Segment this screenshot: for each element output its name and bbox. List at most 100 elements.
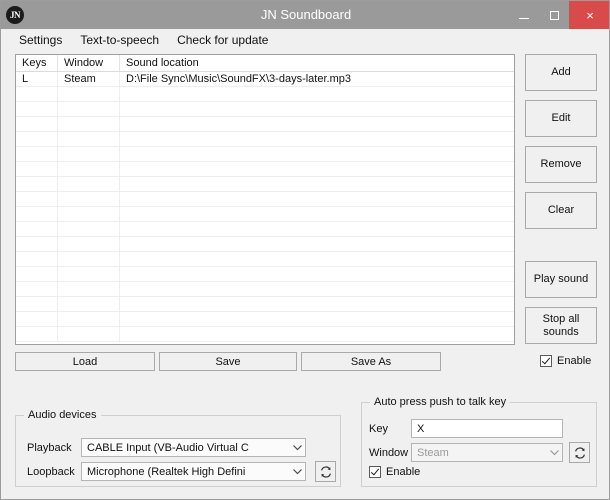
playback-device-select[interactable]: CABLE Input (VB-Audio Virtual C [81, 438, 306, 457]
refresh-icon [574, 446, 585, 459]
cell-empty [120, 132, 514, 146]
cell-empty [58, 132, 120, 146]
window-controls: × [509, 1, 609, 29]
stop-all-sounds-line2: sounds [543, 325, 579, 338]
stop-all-sounds-line1: Stop all [542, 312, 580, 325]
audio-devices-title: Audio devices [24, 409, 101, 421]
table-row-empty[interactable] [16, 132, 514, 147]
cell-empty [58, 147, 120, 161]
app-icon: JN [6, 6, 24, 24]
cell-sound-location: D:\File Sync\Music\SoundFX\3-days-later.… [126, 73, 351, 85]
cell-empty [16, 87, 58, 101]
chevron-down-icon [289, 468, 305, 475]
cell-empty [120, 87, 514, 101]
cell-empty [58, 192, 120, 206]
menu-bar: Settings Text-to-speech Check for update [2, 29, 609, 50]
table-row-empty[interactable] [16, 267, 514, 282]
playback-device-value: CABLE Input (VB-Audio Virtual C [87, 441, 249, 454]
sound-list-header: Keys Window Sound location [16, 55, 514, 72]
chevron-down-icon [546, 449, 562, 456]
cell-empty [120, 237, 514, 251]
cell-empty [58, 102, 120, 116]
table-row-empty[interactable] [16, 102, 514, 117]
cell-empty [120, 147, 514, 161]
sound-list[interactable]: Keys Window Sound location L Steam D:\Fi… [15, 54, 515, 345]
play-sound-button[interactable]: Play sound [525, 261, 597, 298]
menu-item-check-for-update[interactable]: Check for update [170, 31, 275, 49]
table-row-empty[interactable] [16, 207, 514, 222]
column-header-keys[interactable]: Keys [16, 55, 58, 71]
cell-empty [120, 162, 514, 176]
cell-empty [58, 162, 120, 176]
cell-empty [120, 117, 514, 131]
title-bar: JN JN Soundboard × [1, 1, 609, 29]
cell-empty [120, 207, 514, 221]
table-row-empty[interactable] [16, 327, 514, 342]
checkbox-icon [369, 466, 381, 478]
table-row[interactable]: L Steam D:\File Sync\Music\SoundFX\3-day… [16, 72, 514, 87]
table-row-empty[interactable] [16, 147, 514, 162]
cell-empty [16, 297, 58, 311]
table-row-empty[interactable] [16, 222, 514, 237]
enable-push-to-talk-checkbox[interactable]: Enable [369, 466, 420, 478]
maximize-icon [549, 10, 559, 20]
table-row-empty[interactable] [16, 87, 514, 102]
cell-empty [58, 237, 120, 251]
refresh-audio-devices-button[interactable] [315, 461, 336, 482]
maximize-button[interactable] [539, 1, 569, 29]
chevron-down-icon [289, 444, 305, 451]
cell-empty [120, 327, 514, 341]
cell-empty [58, 327, 120, 341]
edit-button[interactable]: Edit [525, 100, 597, 137]
save-button[interactable]: Save [159, 352, 297, 371]
cell-window: Steam [58, 72, 120, 86]
cell-empty [120, 192, 514, 206]
menu-item-text-to-speech[interactable]: Text-to-speech [73, 31, 166, 49]
cell-empty [16, 147, 58, 161]
cell-empty [58, 252, 120, 266]
table-row-empty[interactable] [16, 237, 514, 252]
cell-empty [58, 267, 120, 281]
table-row-empty[interactable] [16, 177, 514, 192]
ptt-key-input[interactable]: X [411, 419, 563, 438]
table-row-empty[interactable] [16, 312, 514, 327]
table-row-empty[interactable] [16, 252, 514, 267]
cell-empty [16, 312, 58, 326]
refresh-icon [320, 465, 331, 478]
cell-empty [58, 87, 120, 101]
loopback-device-value: Microphone (Realtek High Defini [87, 465, 246, 478]
cell-empty [58, 207, 120, 221]
stop-all-sounds-button[interactable]: Stop all sounds [525, 307, 597, 344]
save-as-button[interactable]: Save As [301, 352, 441, 371]
table-row-empty[interactable] [16, 297, 514, 312]
table-row-empty[interactable] [16, 162, 514, 177]
column-header-window[interactable]: Window [58, 55, 120, 71]
add-button[interactable]: Add [525, 54, 597, 91]
cell-empty [120, 267, 514, 281]
cell-empty [58, 222, 120, 236]
refresh-window-list-button[interactable] [569, 442, 590, 463]
cell-empty [58, 282, 120, 296]
table-row-empty[interactable] [16, 192, 514, 207]
table-row-empty[interactable] [16, 282, 514, 297]
cell-empty [58, 297, 120, 311]
cell-empty [120, 282, 514, 296]
cell-empty [16, 102, 58, 116]
minimize-button[interactable] [509, 1, 539, 29]
jn-soundboard-window: JN JN Soundboard × Settings Text-to-spee… [0, 0, 610, 500]
ptt-window-select[interactable]: Steam [411, 443, 563, 462]
cell-empty [16, 252, 58, 266]
column-header-sound-location[interactable]: Sound location [120, 55, 514, 71]
remove-button[interactable]: Remove [525, 146, 597, 183]
loopback-device-select[interactable]: Microphone (Realtek High Defini [81, 462, 306, 481]
cell-empty [58, 312, 120, 326]
menu-item-settings[interactable]: Settings [12, 31, 69, 49]
enable-soundboard-checkbox[interactable]: Enable [540, 355, 591, 367]
load-button[interactable]: Load [15, 352, 155, 371]
cell-empty [120, 252, 514, 266]
minimize-icon [519, 17, 529, 19]
close-button[interactable]: × [569, 1, 609, 29]
stop-all-sounds-label: Stop all sounds [543, 313, 580, 338]
table-row-empty[interactable] [16, 117, 514, 132]
clear-button[interactable]: Clear [525, 192, 597, 229]
